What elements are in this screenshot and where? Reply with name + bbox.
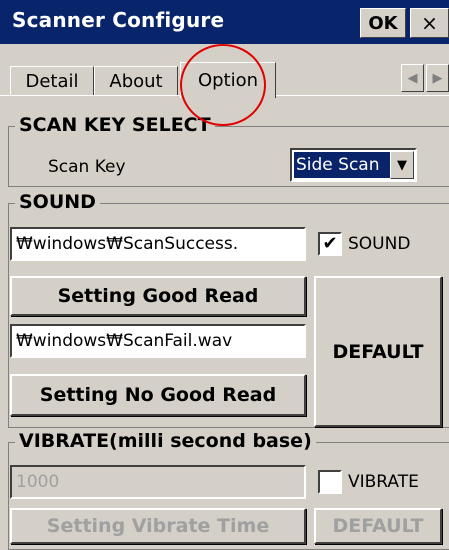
tab-detail[interactable]: Detail — [10, 66, 94, 96]
scan-key-group-title: SCAN KEY SELECT — [15, 114, 215, 136]
scan-key-select[interactable]: Side Scan ▼ — [290, 148, 417, 182]
tab-about[interactable]: About — [94, 66, 178, 96]
sound-success-path-field[interactable]: ₩windows₩ScanSuccess. — [10, 227, 306, 261]
sound-default-button[interactable]: DEFAULT — [314, 276, 442, 427]
sound-checkbox[interactable]: ✔ — [318, 232, 342, 256]
chevron-down-icon[interactable]: ▼ — [390, 151, 414, 179]
title-bar: Scanner Configure OK × — [0, 0, 449, 44]
tab-scroll-left-icon[interactable]: ◀ — [401, 64, 424, 92]
ok-button[interactable]: OK — [360, 8, 406, 38]
scan-key-label: Scan Key — [48, 157, 126, 177]
tab-strip: Detail About Option ◀ ▶ — [0, 44, 449, 98]
vibrate-default-button[interactable]: DEFAULT — [314, 508, 442, 544]
tab-option[interactable]: Option — [180, 62, 276, 98]
sound-group-title: SOUND — [15, 191, 100, 213]
setting-good-read-button[interactable]: Setting Good Read — [10, 276, 306, 316]
sound-checkbox-label: SOUND — [348, 234, 411, 254]
vibrate-group-title: VIBRATE(milli second base) — [15, 430, 316, 452]
sound-fail-path-field[interactable]: ₩windows₩ScanFail.wav — [10, 324, 306, 358]
window-title: Scanner Configure — [12, 8, 225, 32]
vibrate-checkbox-label: VIBRATE — [348, 472, 419, 492]
setting-vibrate-time-button[interactable]: Setting Vibrate Time — [10, 508, 306, 544]
tab-scroll-right-icon[interactable]: ▶ — [426, 64, 449, 92]
vibrate-time-field[interactable]: 1000 — [10, 465, 306, 499]
scan-key-value: Side Scan — [294, 152, 392, 178]
setting-no-good-read-button[interactable]: Setting No Good Read — [10, 374, 306, 416]
close-button[interactable]: × — [410, 8, 449, 38]
vibrate-checkbox[interactable] — [318, 470, 342, 494]
